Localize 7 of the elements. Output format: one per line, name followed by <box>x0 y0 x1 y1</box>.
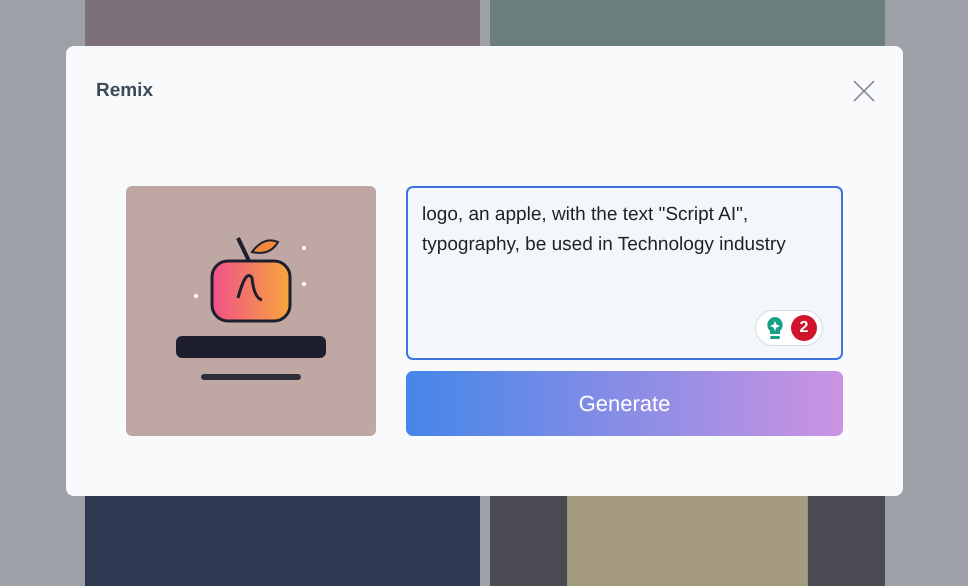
generate-button[interactable]: Generate <box>406 371 843 436</box>
close-button[interactable] <box>851 78 877 104</box>
lightbulb-icon <box>765 316 785 340</box>
writing-assistant-badge[interactable]: 2 <box>755 310 823 346</box>
close-icon <box>853 80 875 102</box>
prompt-field[interactable]: logo, an apple, with the text "Script AI", typography, be used in Technology industry 2 <box>406 186 843 360</box>
issue-count: 2 <box>791 315 817 341</box>
